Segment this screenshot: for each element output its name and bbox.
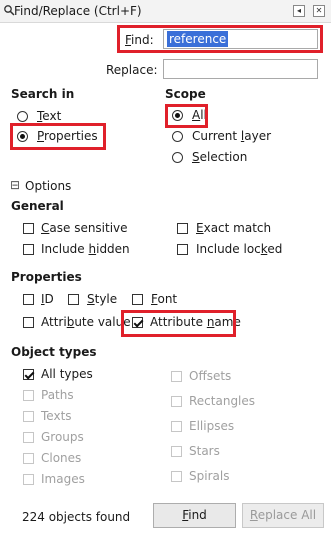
- exact-match-checkbox[interactable]: [177, 223, 188, 234]
- include-hidden-label[interactable]: Include hidden: [41, 242, 130, 256]
- attribute-value-label[interactable]: Attribute value: [41, 315, 131, 329]
- all-types-checkbox[interactable]: [23, 369, 34, 380]
- replace-input[interactable]: [163, 59, 318, 79]
- paths-checkbox[interactable]: [23, 390, 34, 401]
- all-types-label[interactable]: All types: [41, 367, 93, 381]
- images-label: Images: [41, 472, 85, 486]
- replace-all-button[interactable]: Replace All: [242, 503, 324, 528]
- clones-checkbox[interactable]: [23, 453, 34, 464]
- find-highlight: [117, 25, 323, 53]
- case-sensitive-checkbox[interactable]: [23, 223, 34, 234]
- close-icon[interactable]: ✕: [313, 5, 325, 17]
- general-heading: General: [11, 199, 64, 213]
- rectangles-checkbox[interactable]: [171, 396, 182, 407]
- scope-all-highlight: [165, 104, 208, 128]
- case-sensitive-label[interactable]: Case sensitive: [41, 221, 128, 235]
- offsets-checkbox[interactable]: [171, 371, 182, 382]
- groups-checkbox[interactable]: [23, 432, 34, 443]
- title-bar: Find/Replace (Ctrl+F) ◂ ✕: [0, 0, 331, 23]
- properties-heading: Properties: [11, 270, 82, 284]
- scope-current-layer-radio[interactable]: [172, 131, 183, 142]
- attribute-value-checkbox[interactable]: [23, 317, 34, 328]
- exact-match-label[interactable]: Exact match: [196, 221, 271, 235]
- scope-heading: Scope: [165, 87, 206, 101]
- paths-label: Paths: [41, 388, 74, 402]
- clones-label: Clones: [41, 451, 82, 465]
- offsets-label: Offsets: [189, 369, 232, 383]
- font-label[interactable]: Font: [151, 292, 177, 306]
- spirals-checkbox[interactable]: [171, 471, 182, 482]
- stars-label: Stars: [189, 444, 220, 458]
- id-checkbox[interactable]: [23, 294, 34, 305]
- options-collapse-icon[interactable]: ⊟: [10, 178, 20, 192]
- style-checkbox[interactable]: [68, 294, 79, 305]
- style-label[interactable]: Style: [87, 292, 117, 306]
- options-toggle-label[interactable]: Options: [25, 179, 71, 193]
- stars-checkbox[interactable]: [171, 446, 182, 457]
- ellipses-label: Ellipses: [189, 419, 235, 433]
- status-text: 224 objects found: [22, 510, 131, 524]
- scope-selection-radio[interactable]: [172, 152, 183, 163]
- include-locked-label[interactable]: Include locked: [196, 242, 282, 256]
- scope-current-layer-label[interactable]: Current layer: [192, 129, 271, 143]
- id-label[interactable]: ID: [41, 292, 54, 306]
- object-types-heading: Object types: [11, 345, 97, 359]
- search-in-heading: Search in: [11, 87, 75, 101]
- pin-icon[interactable]: ◂: [293, 5, 305, 17]
- texts-label: Texts: [41, 409, 72, 423]
- texts-checkbox[interactable]: [23, 411, 34, 422]
- font-checkbox[interactable]: [132, 294, 143, 305]
- include-locked-checkbox[interactable]: [177, 244, 188, 255]
- properties-highlight: [10, 123, 106, 150]
- replace-label: Replace:: [106, 63, 158, 77]
- window-title: Find/Replace (Ctrl+F): [14, 4, 142, 18]
- search-in-text-radio[interactable]: [17, 111, 28, 122]
- search-in-text-label[interactable]: Text: [37, 109, 61, 123]
- find-button[interactable]: Find: [153, 503, 236, 528]
- attribute-name-highlight: [121, 310, 236, 337]
- groups-label: Groups: [41, 430, 84, 444]
- include-hidden-checkbox[interactable]: [23, 244, 34, 255]
- images-checkbox[interactable]: [23, 474, 34, 485]
- scope-selection-label[interactable]: Selection: [192, 150, 247, 164]
- spirals-label: Spirals: [189, 469, 230, 483]
- rectangles-label: Rectangles: [189, 394, 256, 408]
- ellipses-checkbox[interactable]: [171, 421, 182, 432]
